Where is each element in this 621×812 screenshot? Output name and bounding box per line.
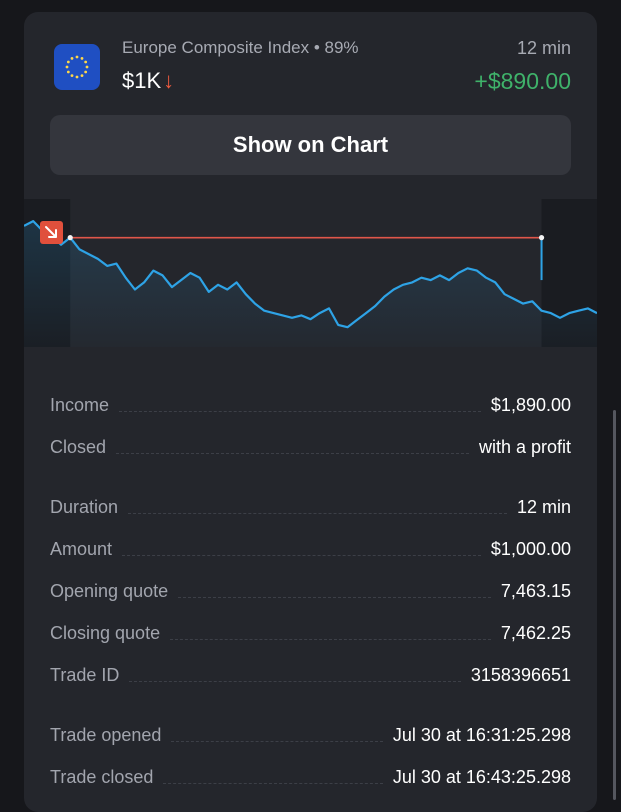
dotted-leader <box>122 554 481 556</box>
trade-amount-line: $1K↓ <box>122 68 174 94</box>
detail-value: $1,000.00 <box>490 539 571 559</box>
dotted-leader <box>129 680 461 682</box>
flag-star <box>70 74 74 78</box>
detail-value: $1,890.00 <box>490 395 571 415</box>
flag-star <box>65 65 69 69</box>
title-separator: • <box>309 38 325 57</box>
detail-value: Jul 30 at 16:43:25.298 <box>392 767 571 787</box>
detail-label: Duration <box>50 497 119 517</box>
detail-value: 12 min <box>516 497 571 517</box>
trade-profit: +$890.00 <box>474 68 571 94</box>
detail-label: Closed <box>50 437 107 457</box>
flag-star <box>70 56 74 60</box>
flag-star <box>66 60 70 64</box>
eu-flag-icon <box>54 44 100 90</box>
detail-label: Trade ID <box>50 665 120 685</box>
trade-details: Income $1,890.00 Closed with a profit Du… <box>50 374 571 788</box>
detail-trade-id: Trade ID 3158396651 <box>50 644 571 686</box>
arrow-down-icon: ↓ <box>163 68 175 93</box>
detail-label: Opening quote <box>50 581 169 601</box>
flag-star <box>85 65 89 69</box>
trade-chart <box>24 199 597 347</box>
dotted-leader <box>171 740 383 742</box>
detail-label: Closing quote <box>50 623 161 643</box>
payout-percent: 89% <box>324 38 359 57</box>
flag-star <box>80 74 84 78</box>
flag-star <box>75 55 79 59</box>
detail-trade-opened: Trade opened Jul 30 at 16:31:25.298 <box>50 704 571 746</box>
flag-star <box>84 70 88 74</box>
dotted-leader <box>119 410 481 412</box>
detail-value: 7,462.25 <box>500 623 571 643</box>
detail-value: 3158396651 <box>470 665 571 685</box>
detail-label: Income <box>50 395 110 415</box>
detail-label: Trade closed <box>50 767 154 787</box>
flag-star <box>80 56 84 60</box>
asset-name: Europe Composite Index <box>122 38 310 57</box>
detail-closing-quote: Closing quote 7,462.25 <box>50 602 571 644</box>
trade-amount: $1K <box>122 68 162 93</box>
trade-card: Europe Composite Index • 89% 12 min $1K↓… <box>24 12 597 812</box>
detail-value: Jul 30 at 16:31:25.298 <box>392 725 571 745</box>
detail-amount: Amount $1,000.00 <box>50 518 571 560</box>
dotted-leader <box>116 452 469 454</box>
detail-label: Trade opened <box>50 725 162 745</box>
dotted-leader <box>170 638 491 640</box>
detail-value: with a profit <box>478 437 571 457</box>
show-on-chart-button[interactable]: Show on Chart <box>50 115 571 175</box>
dotted-leader <box>128 512 507 514</box>
asset-title: Europe Composite Index • 89% <box>122 38 359 58</box>
close-point <box>538 235 545 241</box>
scrollbar[interactable] <box>613 410 616 800</box>
flag-star <box>84 60 88 64</box>
direction-down-badge <box>40 221 63 244</box>
trade-duration: 12 min <box>516 38 571 58</box>
flag-star <box>66 70 70 74</box>
detail-opening-quote: Opening quote 7,463.15 <box>50 560 571 602</box>
detail-trade-closed: Trade closed Jul 30 at 16:43:25.298 <box>50 746 571 788</box>
dotted-leader <box>178 596 491 598</box>
flag-star <box>75 75 79 79</box>
detail-value: 7,463.15 <box>500 581 571 601</box>
open-point <box>67 235 73 241</box>
detail-closed: Closed with a profit <box>50 416 571 458</box>
detail-duration: Duration 12 min <box>50 476 571 518</box>
price-area <box>24 221 597 347</box>
detail-income: Income $1,890.00 <box>50 374 571 416</box>
dotted-leader <box>163 782 383 784</box>
detail-label: Amount <box>50 539 113 559</box>
